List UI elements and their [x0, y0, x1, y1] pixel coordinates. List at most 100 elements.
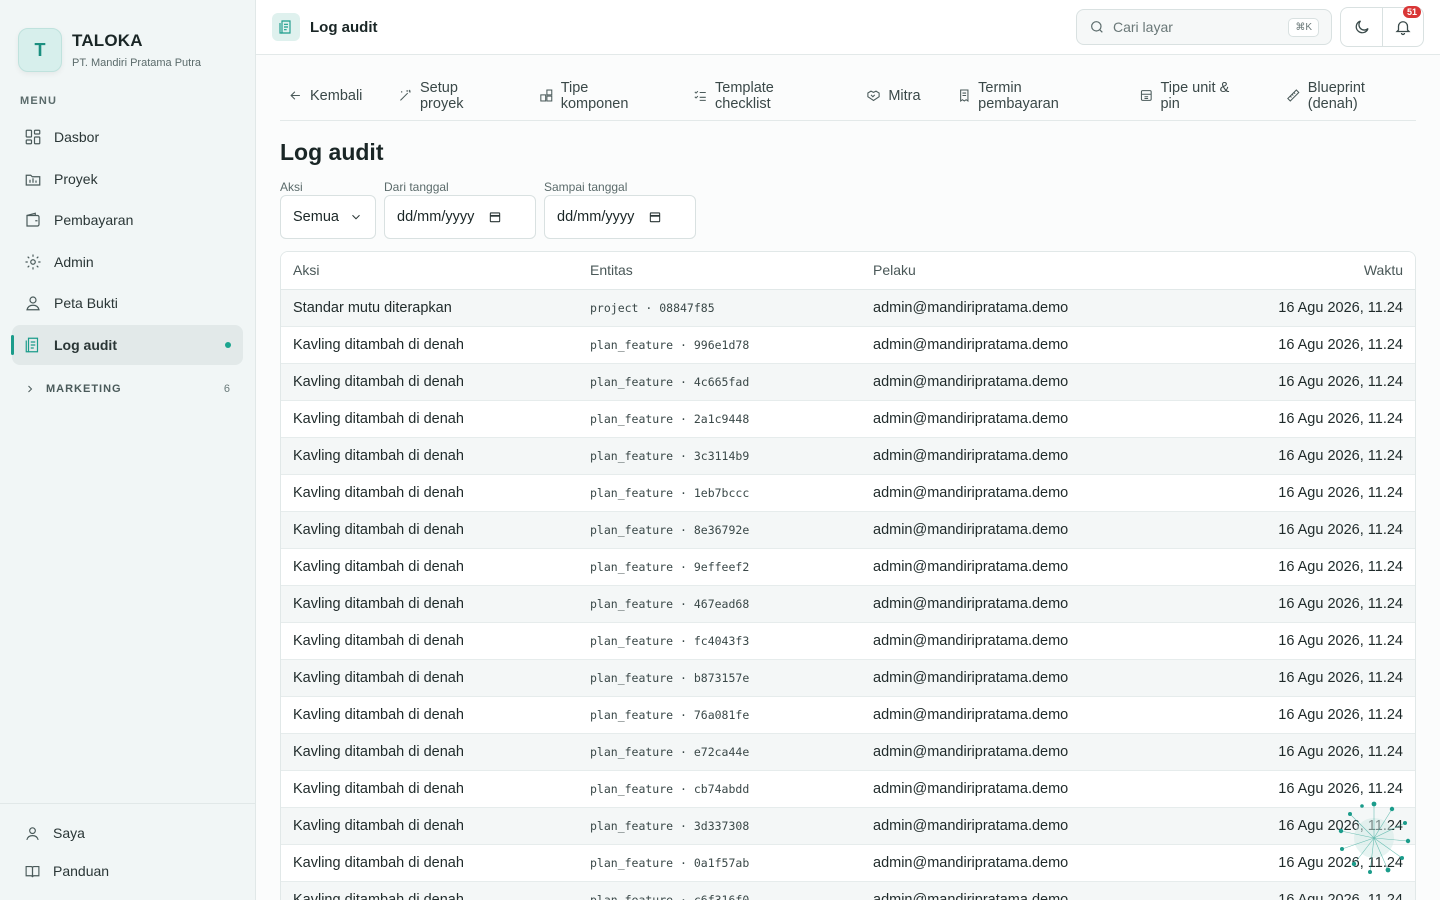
- notification-badge: 51: [1402, 6, 1421, 18]
- table-row[interactable]: Kavling ditambah di denah plan_feature · …: [281, 585, 1415, 623]
- cell-pelaku: admin@mandiripratama.demo: [861, 807, 1191, 845]
- table-row[interactable]: Kavling ditambah di denah plan_feature · …: [281, 326, 1415, 364]
- table-row[interactable]: Kavling ditambah di denah plan_feature · …: [281, 770, 1415, 808]
- action-select-value: Semua: [293, 209, 339, 225]
- table-row[interactable]: Kavling ditambah di denah plan_feature · …: [281, 622, 1415, 660]
- search-input[interactable]: Cari layar ⌘K: [1076, 9, 1332, 45]
- audit-table: Aksi Entitas Pelaku Waktu Standar mutu d…: [281, 252, 1415, 900]
- sidebar-item-admin[interactable]: Admin: [12, 242, 243, 282]
- cell-aksi: Kavling ditambah di denah: [281, 548, 578, 586]
- table-row[interactable]: Kavling ditambah di denah plan_feature · …: [281, 696, 1415, 734]
- notifications-button[interactable]: 51: [1382, 6, 1423, 46]
- subnav-label: Blueprint (denah): [1307, 79, 1365, 112]
- page-title: Log audit: [280, 139, 384, 165]
- table-row[interactable]: Kavling ditambah di denah plan_feature · …: [281, 548, 1415, 586]
- cell-waktu: 16 Agu 2026, 11.24: [1191, 881, 1415, 900]
- table-row[interactable]: Kavling ditambah di denah plan_feature · …: [281, 881, 1415, 900]
- sidebar-item-label: Dasbor: [54, 129, 100, 145]
- column-header-entitas[interactable]: Entitas: [578, 252, 861, 290]
- column-header-aksi[interactable]: Aksi: [281, 252, 578, 290]
- cell-waktu: 16 Agu 2026, 11.24: [1191, 326, 1415, 364]
- table-row[interactable]: Kavling ditambah di denah plan_feature · …: [281, 659, 1415, 697]
- subnav-label: Tipe komponen: [560, 79, 629, 112]
- subnav-setup-proyek[interactable]: Setup proyek: [390, 80, 503, 112]
- cell-aksi: Kavling ditambah di denah: [281, 326, 578, 364]
- sidebar-item-panduan[interactable]: Panduan: [12, 852, 243, 890]
- wand-icon: [400, 89, 412, 101]
- table-row[interactable]: Kavling ditambah di denah plan_feature · …: [281, 474, 1415, 512]
- cell-entitas: plan_feature · 76a081fe: [578, 696, 861, 734]
- subnav-tipe-unit[interactable]: Tipe unit & pin: [1131, 80, 1250, 112]
- column-header-pelaku[interactable]: Pelaku: [861, 252, 1191, 290]
- filter-from-label: Dari tanggal: [384, 180, 449, 194]
- filter-to-date: Sampai tanggal dd/mm/yyyy: [544, 180, 696, 239]
- ruler-icon: [1287, 89, 1300, 102]
- table-row[interactable]: Kavling ditambah di denah plan_feature · …: [281, 363, 1415, 401]
- to-date-input[interactable]: dd/mm/yyyy: [544, 195, 696, 239]
- cell-aksi: Standar mutu diterapkan: [281, 289, 578, 327]
- table-row[interactable]: Kavling ditambah di denah plan_feature · …: [281, 437, 1415, 475]
- subnav-label: Tipe unit & pin: [1160, 79, 1230, 112]
- sidebar-item-pembayaran[interactable]: Pembayaran: [12, 200, 243, 240]
- building-icon: [1140, 90, 1152, 101]
- sidebar-item-label: Panduan: [53, 863, 110, 879]
- sidebar: T TALOKA PT. Mandiri Pratama Putra MENU …: [0, 0, 256, 900]
- map-user-icon: [26, 296, 40, 311]
- calendar-icon[interactable]: [648, 210, 662, 224]
- sidebar-item-saya[interactable]: Saya: [12, 814, 243, 852]
- cell-waktu: 16 Agu 2026, 11.24: [1191, 437, 1415, 475]
- cell-entitas: plan_feature · 9effeef2: [578, 548, 861, 586]
- bell-icon: [1395, 21, 1411, 36]
- subnav-mitra[interactable]: Mitra: [858, 88, 921, 104]
- cell-aksi: Kavling ditambah di denah: [281, 733, 578, 771]
- project-icon: [25, 174, 41, 186]
- table-row[interactable]: Kavling ditambah di denah plan_feature · …: [281, 733, 1415, 771]
- sidebar-item-dasbor[interactable]: Dasbor: [12, 117, 243, 157]
- cell-pelaku: admin@mandiripratama.demo: [861, 881, 1191, 900]
- main-content: Kembali Setup proyek Tipe komponen Templ…: [256, 55, 1440, 900]
- table-row[interactable]: Kavling ditambah di denah plan_feature · …: [281, 400, 1415, 438]
- sidebar-item-log-audit[interactable]: Log audit: [11, 324, 243, 365]
- cell-aksi: Kavling ditambah di denah: [281, 474, 578, 512]
- cell-entitas: plan_feature · cb74abdd: [578, 770, 861, 808]
- table-header-row: Aksi Entitas Pelaku Waktu: [281, 252, 1415, 290]
- table-row[interactable]: Standar mutu diterapkan project · 08847f8…: [281, 289, 1415, 327]
- subnav-termin-pembayaran[interactable]: Termin pembayaran: [949, 80, 1103, 112]
- subnav-template-checklist[interactable]: Template checklist: [685, 80, 830, 112]
- sidebar-item-proyek[interactable]: Proyek: [12, 159, 243, 199]
- cell-waktu: 16 Agu 2026, 11.24: [1191, 363, 1415, 401]
- cell-entitas: plan_feature · e72ca44e: [578, 733, 861, 771]
- menu-heading: MENU: [20, 95, 58, 107]
- table-row[interactable]: Kavling ditambah di denah plan_feature · …: [281, 844, 1415, 882]
- cell-pelaku: admin@mandiripratama.demo: [861, 733, 1191, 771]
- book-icon: [25, 865, 40, 877]
- dashboard-icon: [25, 129, 41, 145]
- table-row[interactable]: Kavling ditambah di denah plan_feature · …: [281, 511, 1415, 549]
- sidebar-item-peta-bukti[interactable]: Peta Bukti: [12, 283, 243, 323]
- chevron-down-icon: [352, 214, 360, 220]
- cell-entitas: plan_feature · b873157e: [578, 659, 861, 697]
- cell-waktu: 16 Agu 2026, 11.24: [1191, 548, 1415, 586]
- subnav-label: Template checklist: [715, 79, 774, 112]
- section-toggle-marketing[interactable]: MARKETING 6: [0, 371, 255, 407]
- cell-waktu: 16 Agu 2026, 11.24: [1191, 474, 1415, 512]
- cell-pelaku: admin@mandiripratama.demo: [861, 474, 1191, 512]
- brand[interactable]: T TALOKA PT. Mandiri Pratama Putra: [0, 0, 255, 80]
- theme-toggle-button[interactable]: [1341, 8, 1382, 46]
- sidebar-bottom: Saya Panduan: [0, 803, 255, 900]
- cell-waktu: 16 Agu 2026, 11.24: [1191, 400, 1415, 438]
- cell-waktu: 16 Agu 2026, 11.24: [1191, 733, 1415, 771]
- from-date-input[interactable]: dd/mm/yyyy: [384, 195, 536, 239]
- cell-pelaku: admin@mandiripratama.demo: [861, 696, 1191, 734]
- audit-log-icon: [272, 13, 300, 41]
- subnav-blueprint[interactable]: Blueprint (denah): [1278, 80, 1416, 112]
- calendar-icon[interactable]: [488, 210, 502, 224]
- subnav-label: Termin pembayaran: [978, 79, 1059, 112]
- column-header-waktu[interactable]: Waktu: [1191, 252, 1415, 290]
- subnav-tipe-komponen[interactable]: Tipe komponen: [531, 80, 657, 112]
- admin-subnav: Kembali Setup proyek Tipe komponen Templ…: [280, 55, 1416, 121]
- table-row[interactable]: Kavling ditambah di denah plan_feature · …: [281, 807, 1415, 845]
- subnav-kembali[interactable]: Kembali: [280, 88, 362, 104]
- cell-aksi: Kavling ditambah di denah: [281, 807, 578, 845]
- action-select[interactable]: Semua: [280, 195, 376, 239]
